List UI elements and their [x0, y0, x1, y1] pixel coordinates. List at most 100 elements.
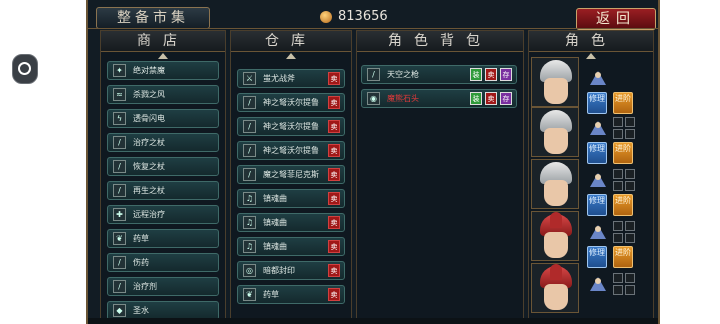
item-label: 圣水	[133, 306, 149, 315]
equipment-slot[interactable]	[613, 129, 623, 139]
equipment-slots[interactable]	[613, 169, 635, 191]
face-icon	[544, 78, 568, 104]
sell-button[interactable]: 卖	[328, 288, 340, 301]
item-icon: /	[367, 68, 380, 81]
sell-button[interactable]: 卖	[328, 216, 340, 229]
equipment-slot[interactable]	[625, 129, 635, 139]
crest-icon	[550, 212, 562, 228]
sell-button[interactable]: 卖	[485, 68, 497, 81]
shop-item[interactable]: ❦ 药草	[107, 229, 219, 248]
store-button[interactable]: 存	[500, 92, 512, 105]
shop-item[interactable]: / 再生之杖	[107, 181, 219, 200]
storage-item[interactable]: / 神之弩沃尔提鲁卖	[237, 117, 345, 136]
shop-item[interactable]: ≈ 杀戮之风	[107, 85, 219, 104]
shop-item[interactable]: ✚ 远程治疗	[107, 205, 219, 224]
sell-button[interactable]: 卖	[328, 72, 340, 85]
character-row: 修理 进阶	[529, 211, 643, 268]
storage-item[interactable]: ⚔ 蚩尤战斧 卖	[237, 69, 345, 88]
storage-item[interactable]: ♫ 镇魂曲 卖	[237, 189, 345, 208]
character-portrait[interactable]	[531, 263, 579, 313]
roles-panel: 角色 修理 进阶 修理 进阶 修理 进阶 修理 进阶	[528, 30, 654, 324]
character-portrait[interactable]	[531, 211, 579, 261]
item-label: 魔之弩菲尼克斯	[263, 170, 319, 179]
bag-header: 角色背包	[357, 31, 523, 52]
equipment-slot[interactable]	[625, 181, 635, 191]
equipment-slot[interactable]	[613, 273, 623, 283]
shop-item[interactable]: / 治疗剂	[107, 277, 219, 296]
storage-item[interactable]: / 魔之弩菲尼克斯卖	[237, 165, 345, 184]
item-icon: ✚	[113, 208, 126, 221]
item-label: 治疗之杖	[133, 138, 165, 147]
character-portrait[interactable]	[531, 57, 579, 107]
character-row: 修理 进阶	[529, 57, 643, 114]
storage-item[interactable]: / 神之弩沃尔提鲁卖	[237, 141, 345, 160]
item-icon: /	[243, 96, 256, 109]
shop-item[interactable]: / 治疗之杖	[107, 133, 219, 152]
equipment-slot[interactable]	[613, 181, 623, 191]
shop-panel: 商店 ✦ 绝对禁魔 ≈ 杀戮之风 ϟ 透骨闪电 / 治疗之杖 / 恢复之杖 / 再生之杖 ✚ 远程治疗 ❦ 药…	[100, 30, 226, 324]
item-icon: /	[113, 256, 126, 269]
crest-icon	[550, 264, 562, 280]
character-row	[529, 263, 643, 313]
roles-header: 角色	[529, 31, 653, 52]
storage-item[interactable]: ♫ 镇魂曲 卖	[237, 237, 345, 256]
item-icon: /	[113, 184, 126, 197]
item-icon: ϟ	[113, 112, 126, 125]
item-label: 透骨闪电	[133, 114, 165, 123]
page-title: 整备市集	[96, 7, 210, 29]
equipment-slot[interactable]	[625, 117, 635, 127]
equipment-slots[interactable]	[613, 117, 635, 139]
item-icon: ◆	[113, 304, 126, 317]
equipment-slot[interactable]	[625, 273, 635, 283]
money-bag-icon	[320, 10, 332, 23]
storage-item[interactable]: / 神之弩沃尔提鲁卖	[237, 93, 345, 112]
sell-button[interactable]: 卖	[485, 92, 497, 105]
return-button[interactable]: 返回	[576, 8, 656, 30]
sell-button[interactable]: 卖	[328, 240, 340, 253]
sell-button[interactable]: 卖	[328, 192, 340, 205]
equipment-slot[interactable]	[613, 169, 623, 179]
equipment-slot[interactable]	[613, 221, 623, 231]
item-label: 天空之枪	[387, 70, 419, 79]
equip-button[interactable]: 装	[470, 92, 482, 105]
face-icon	[544, 284, 568, 310]
scroll-up-icon[interactable]	[158, 53, 168, 59]
equipment-slot[interactable]	[625, 221, 635, 231]
storage-item[interactable]: ❦ 药草 卖	[237, 285, 345, 304]
storage-item[interactable]: ◎ 暗都封印 卖	[237, 261, 345, 280]
equipment-slot[interactable]	[613, 233, 623, 243]
money-value: 813656	[338, 9, 388, 24]
equipment-slot[interactable]	[613, 117, 623, 127]
item-icon: /	[113, 160, 126, 173]
scroll-up-icon[interactable]	[286, 53, 296, 59]
character-portrait[interactable]	[531, 159, 579, 209]
item-icon: ❦	[113, 232, 126, 245]
item-label: 药草	[133, 234, 149, 243]
shop-item[interactable]: / 恢复之杖	[107, 157, 219, 176]
sell-button[interactable]: 卖	[328, 168, 340, 181]
item-icon: ✦	[113, 64, 126, 77]
equipment-slots[interactable]	[613, 273, 635, 295]
sell-button[interactable]: 卖	[328, 144, 340, 157]
character-portrait[interactable]	[531, 107, 579, 157]
floating-assist-button[interactable]	[12, 54, 38, 84]
equipment-slot[interactable]	[625, 233, 635, 243]
storage-item[interactable]: ♫ 镇魂曲 卖	[237, 213, 345, 232]
equipment-slot[interactable]	[625, 169, 635, 179]
sell-button[interactable]: 卖	[328, 120, 340, 133]
equipment-slot[interactable]	[625, 285, 635, 295]
sell-button[interactable]: 卖	[328, 96, 340, 109]
sell-button[interactable]: 卖	[328, 264, 340, 277]
equip-button[interactable]: 装	[470, 68, 482, 81]
equipment-slot[interactable]	[613, 285, 623, 295]
bag-item[interactable]: / 天空之枪 装卖存	[361, 65, 517, 84]
shop-item[interactable]: / 伤药	[107, 253, 219, 272]
equipment-slots[interactable]	[613, 221, 635, 243]
shop-item[interactable]: ϟ 透骨闪电	[107, 109, 219, 128]
shop-item[interactable]: ✦ 绝对禁魔	[107, 61, 219, 80]
unit-sprite-icon	[586, 273, 610, 295]
item-label: 杀戮之风	[133, 90, 165, 99]
item-label: 绝对禁魔	[133, 66, 165, 75]
bag-item[interactable]: ◉ 魔熊石头 装卖存	[361, 89, 517, 108]
store-button[interactable]: 存	[500, 68, 512, 81]
